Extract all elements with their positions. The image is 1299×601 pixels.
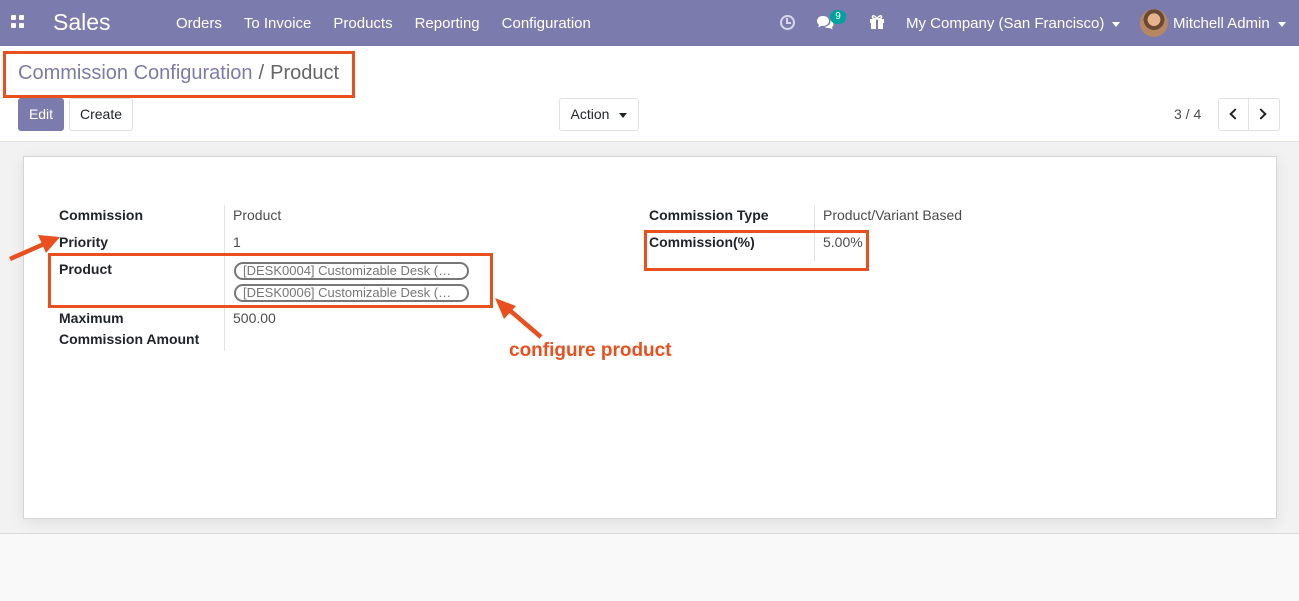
- top-navbar: Sales Orders To Invoice Products Reporti…: [0, 0, 1299, 46]
- clock-icon[interactable]: [780, 15, 795, 30]
- max-commission-value: 500.00: [233, 310, 276, 326]
- pager-next-button[interactable]: [1249, 98, 1280, 131]
- chevron-down-icon: [1112, 21, 1121, 27]
- chevron-right-icon: [1255, 108, 1267, 120]
- company-switcher[interactable]: My Company (San Francisco): [906, 15, 1121, 32]
- menu-item-reporting[interactable]: Reporting: [415, 15, 480, 32]
- commission-type-label: Commission Type: [649, 207, 769, 223]
- menu-item-to-invoice[interactable]: To Invoice: [244, 15, 312, 32]
- user-menu[interactable]: Mitchell Admin: [1173, 15, 1286, 32]
- chevron-left-icon: [1229, 108, 1241, 120]
- apps-grid-icon[interactable]: [11, 15, 24, 28]
- product-highlight-box: [48, 253, 493, 308]
- chevron-down-icon: [619, 112, 628, 118]
- commission-percent-highlight-box: [644, 230, 869, 271]
- main-menu: Orders To Invoice Products Reporting Con…: [176, 15, 613, 32]
- create-button[interactable]: Create: [69, 98, 133, 131]
- commission-label: Commission: [59, 207, 144, 223]
- menu-item-configuration[interactable]: Configuration: [502, 15, 591, 32]
- edit-button[interactable]: Edit: [18, 98, 64, 131]
- app-name[interactable]: Sales: [53, 9, 111, 36]
- action-dropdown[interactable]: Action: [559, 98, 639, 131]
- company-name: My Company (San Francisco): [906, 15, 1105, 32]
- max-commission-label-line1: Maximum: [59, 310, 124, 326]
- commission-value: Product: [233, 207, 282, 223]
- pager-previous-button[interactable]: [1218, 98, 1249, 131]
- max-commission-label-line2: Commission Amount: [59, 331, 200, 347]
- menu-item-products[interactable]: Products: [333, 15, 392, 32]
- gift-icon[interactable]: [869, 14, 885, 30]
- user-name: Mitchell Admin: [1173, 15, 1270, 32]
- commission-type-value: Product/Variant Based: [823, 207, 963, 223]
- pager-value[interactable]: 3 / 4: [1174, 106, 1201, 122]
- avatar[interactable]: [1140, 9, 1168, 37]
- priority-value: 1: [233, 234, 241, 250]
- action-label: Action: [570, 106, 610, 122]
- breadcrumb-highlight-box: [3, 51, 355, 98]
- menu-item-orders[interactable]: Orders: [176, 15, 222, 32]
- priority-label: Priority: [59, 234, 109, 250]
- annotation-label: configure product: [509, 340, 672, 361]
- chevron-down-icon: [1277, 21, 1286, 27]
- message-count-badge: 9: [830, 10, 846, 24]
